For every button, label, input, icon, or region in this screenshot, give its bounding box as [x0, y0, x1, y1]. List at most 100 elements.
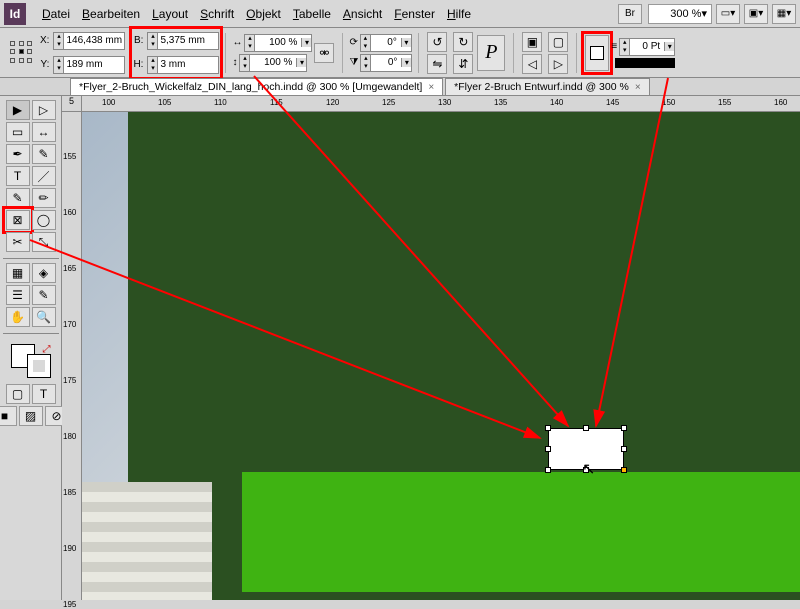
pen-tool[interactable]: ✒ — [6, 144, 30, 164]
constrain-scale-icon[interactable]: ⚮ — [314, 43, 334, 63]
menu-objekt[interactable]: Objekt — [240, 3, 287, 25]
select-next-icon[interactable]: ▷ — [548, 54, 568, 74]
toolbox: ▶ ▷ ▭ ↔ ✒ ✎ T ／ ✎ ✏ ⊠ ◯ ✂ ⤡ ▦ ◈ — [0, 96, 62, 600]
select-prev-icon[interactable]: ◁ — [522, 54, 542, 74]
screen-mode-icon[interactable]: ▣▾ — [744, 4, 768, 24]
shear-icon: ⧩ — [349, 57, 358, 68]
tab1-label: *Flyer_2-Bruch_Wickelfalz_DIN_lang_hoch.… — [79, 81, 422, 93]
app-logo[interactable]: Id — [4, 3, 26, 25]
menu-ansicht[interactable]: Ansicht — [337, 3, 388, 25]
clear-transform-icon[interactable]: P — [477, 35, 505, 71]
canvas[interactable]: ↖ — [82, 112, 800, 600]
rotate-input[interactable]: ▴▾0°▾ — [360, 34, 412, 52]
menu-datei[interactable]: DDateiatei — [36, 3, 76, 25]
tab2-label: *Flyer 2-Bruch Entwurf.indd @ 300 % — [454, 81, 629, 93]
type-tool[interactable]: T — [6, 166, 30, 186]
rectangle-frame-tool[interactable]: ⊠ — [6, 210, 30, 230]
width-height-group: B: ▴▾ H: ▴▾ — [133, 30, 219, 76]
eyedropper-tool[interactable]: ✎ — [32, 285, 56, 305]
pencil-tool[interactable]: ✎ — [6, 188, 30, 208]
selection-tool[interactable]: ▶ — [6, 100, 30, 120]
x-label: X: — [40, 35, 51, 46]
close-icon[interactable]: × — [635, 82, 641, 93]
formatting-container-icon[interactable]: ▢ — [6, 384, 30, 404]
rotate-ccw-icon[interactable]: ↺ — [427, 32, 447, 52]
shear-input[interactable]: ▴▾0°▾ — [360, 54, 412, 72]
anchor-tool[interactable]: ✎ — [32, 144, 56, 164]
scale-x-icon: ↔ — [232, 37, 242, 48]
hand-tool[interactable]: ✋ — [6, 307, 30, 327]
select-content-icon[interactable]: ▢ — [548, 32, 568, 52]
line-tool[interactable]: ／ — [32, 166, 56, 186]
scale-y-input[interactable]: ▴▾100 %▾ — [239, 54, 307, 72]
workspace: ▶ ▷ ▭ ↔ ✒ ✎ T ／ ✎ ✏ ⊠ ◯ ✂ ⤡ ▦ ◈ — [0, 96, 800, 600]
menu-schrift[interactable]: Schrift — [194, 3, 240, 25]
selected-rectangle[interactable] — [548, 428, 624, 470]
transform-tool[interactable]: ⤡ — [32, 232, 56, 252]
fill-color-icon[interactable] — [585, 35, 609, 71]
scale-y-icon: ↕ — [232, 57, 237, 68]
bridge-icon[interactable]: Br — [618, 4, 642, 24]
apply-gradient-icon[interactable]: ▨ — [19, 406, 43, 426]
control-bar: X: ▴▾ Y: ▴▾ B: ▴▾ H: ▴▾ ↔ ▴▾100 %▾ ↕ ▴▾1… — [0, 28, 800, 78]
fill-stroke-swatch[interactable]: ⤢ — [11, 344, 51, 378]
scale-x-input[interactable]: ▴▾100 %▾ — [244, 34, 312, 52]
stroke-icon: ≡ — [611, 41, 617, 52]
formatting-text-icon[interactable]: T — [32, 384, 56, 404]
zoom-value: 300 % — [670, 8, 701, 20]
resize-handle[interactable] — [583, 425, 589, 431]
menu-fenster[interactable]: Fenster — [388, 3, 441, 25]
zoom-tool[interactable]: 🔍 — [32, 307, 56, 327]
resize-handle[interactable] — [545, 467, 551, 473]
resize-handle[interactable] — [545, 425, 551, 431]
resize-handle[interactable] — [621, 446, 627, 452]
stroke-weight-input[interactable]: ▴▾0 Pt▾ — [619, 38, 675, 56]
menu-bearbeiten[interactable]: Bearbeiten — [76, 3, 146, 25]
resize-handle[interactable] — [621, 425, 627, 431]
zoom-input[interactable]: 300 % ▾ — [648, 4, 712, 24]
vertical-ruler[interactable]: 155 160 165 170 175 180 185 190 195 — [62, 112, 82, 600]
select-container-icon[interactable]: ▣ — [522, 32, 542, 52]
view-options-icon[interactable]: ▭▾ — [716, 4, 740, 24]
y-input[interactable]: ▴▾ — [53, 56, 125, 74]
height-input[interactable]: ▴▾ — [147, 56, 219, 74]
rotate-cw-icon[interactable]: ↻ — [453, 32, 473, 52]
page-tool[interactable]: ▭ — [6, 122, 30, 142]
apply-color-icon[interactable]: ■ — [0, 406, 17, 426]
ellipse-tool[interactable]: ◯ — [32, 210, 56, 230]
close-icon[interactable]: × — [428, 82, 434, 93]
flip-h-icon[interactable]: ⇋ — [427, 54, 447, 74]
menu-tabelle[interactable]: Tabelle — [287, 3, 337, 25]
arrange-icon[interactable]: ▦▾ — [772, 4, 796, 24]
note-tool[interactable]: ☰ — [6, 285, 30, 305]
gap-tool[interactable]: ↔ — [32, 122, 56, 142]
document-area: 5 100 105 110 115 120 125 130 135 140 14… — [62, 96, 800, 600]
background-image-edge — [82, 112, 128, 482]
resize-handle[interactable] — [583, 467, 589, 473]
stroke-style[interactable] — [615, 58, 675, 68]
scissors-tool[interactable]: ✂ — [6, 232, 30, 252]
flip-v-icon[interactable]: ⇵ — [453, 54, 473, 74]
ruler-origin[interactable]: 5 — [62, 96, 82, 112]
tab-flyer-entwurf[interactable]: *Flyer 2-Bruch Entwurf.indd @ 300 % × — [445, 78, 650, 95]
x-input[interactable]: ▴▾ — [53, 32, 125, 50]
background-image-corner — [82, 482, 212, 600]
width-input[interactable]: ▴▾ — [147, 32, 219, 50]
resize-handle[interactable] — [621, 467, 627, 473]
direct-selection-tool[interactable]: ▷ — [32, 100, 56, 120]
resize-handle[interactable] — [545, 446, 551, 452]
green-rectangle[interactable] — [242, 472, 800, 592]
y-label: Y: — [40, 59, 51, 70]
b-label: B: — [133, 35, 145, 46]
reference-point[interactable] — [10, 41, 34, 65]
tab-flyer-wickelfalz[interactable]: *Flyer_2-Bruch_Wickelfalz_DIN_lang_hoch.… — [70, 78, 443, 95]
menubar: Id DDateiatei Bearbeiten Layout Schrift … — [0, 0, 800, 28]
menu-layout[interactable]: Layout — [146, 3, 194, 25]
horizontal-ruler[interactable]: 100 105 110 115 120 125 130 135 140 145 … — [82, 96, 800, 112]
gradient-tool[interactable]: ▦ — [6, 263, 30, 283]
gradient-feather-tool[interactable]: ◈ — [32, 263, 56, 283]
h-label: H: — [133, 59, 145, 70]
brush-tool[interactable]: ✏ — [32, 188, 56, 208]
menu-hilfe[interactable]: Hilfe — [441, 3, 477, 25]
rotate-icon: ⟳ — [349, 37, 357, 48]
